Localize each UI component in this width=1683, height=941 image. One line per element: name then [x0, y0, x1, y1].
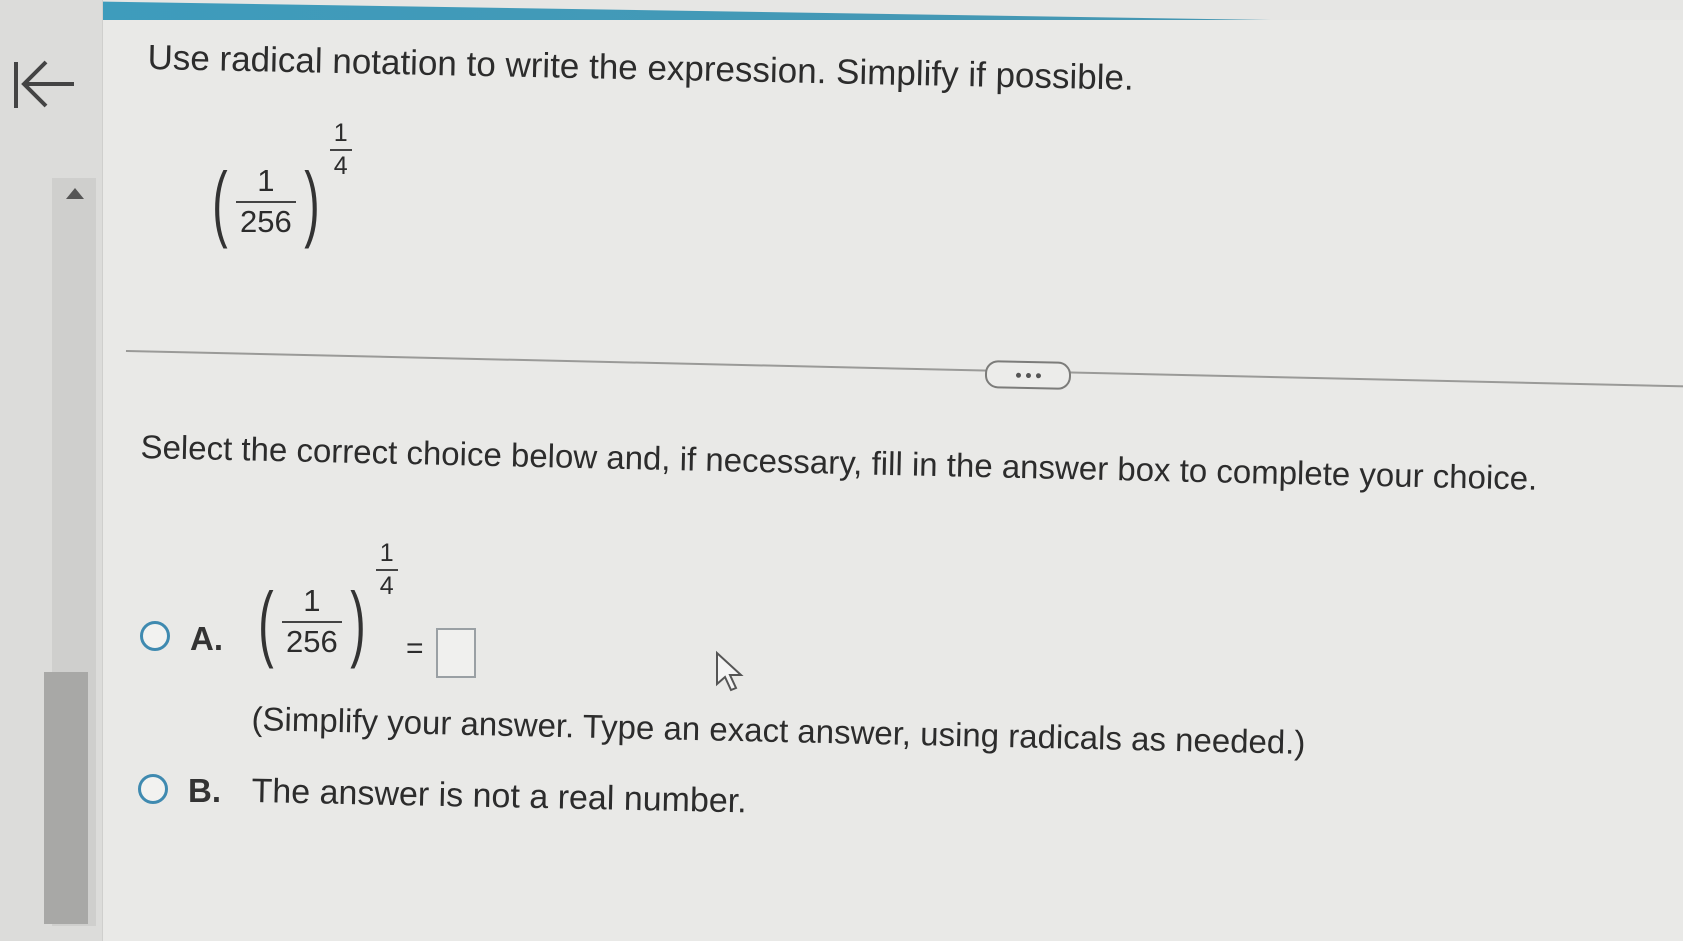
mouse-pointer-icon: [714, 650, 746, 694]
scroll-up-icon[interactable]: [66, 188, 84, 199]
scrollbar-thumb[interactable]: [44, 672, 88, 924]
right-parenthesis: ): [350, 575, 366, 669]
ellipsis-icon: [1015, 372, 1021, 378]
exponent-denominator: 4: [333, 151, 348, 180]
fraction-numerator: 1: [257, 163, 275, 199]
choice-a-expression: ( 1 256 ) 1 4: [252, 539, 400, 669]
ellipsis-dot: [1025, 372, 1031, 378]
base-fraction: 1 256: [235, 162, 296, 242]
fraction-denominator: 256: [239, 204, 292, 239]
exponent-numerator: 1: [333, 119, 348, 147]
question-expression: ( 1 256 ) 1 4: [206, 119, 354, 249]
right-parenthesis: ): [304, 155, 320, 249]
choice-b-radio[interactable]: [138, 774, 168, 804]
back-arrow-icon[interactable]: [8, 56, 78, 118]
choice-a-radio[interactable]: [140, 621, 170, 651]
exponent-fraction: 1 4: [329, 118, 352, 182]
ellipsis-dot: [1035, 372, 1041, 378]
answer-input-box[interactable]: [436, 628, 476, 678]
fraction-denominator: 256: [285, 624, 338, 659]
fraction-numerator: 1: [303, 583, 321, 619]
choice-b-letter: B.: [188, 772, 221, 809]
equals-sign: =: [406, 632, 424, 665]
left-parenthesis: (: [258, 575, 274, 669]
exponent-fraction: 1 4: [375, 538, 398, 602]
left-parenthesis: (: [212, 155, 228, 249]
exponent-denominator: 4: [379, 571, 394, 600]
base-fraction: 1 256: [281, 582, 342, 662]
exponent-numerator: 1: [379, 539, 394, 567]
choice-a-letter: A.: [190, 620, 223, 657]
more-options-button[interactable]: [984, 360, 1072, 390]
